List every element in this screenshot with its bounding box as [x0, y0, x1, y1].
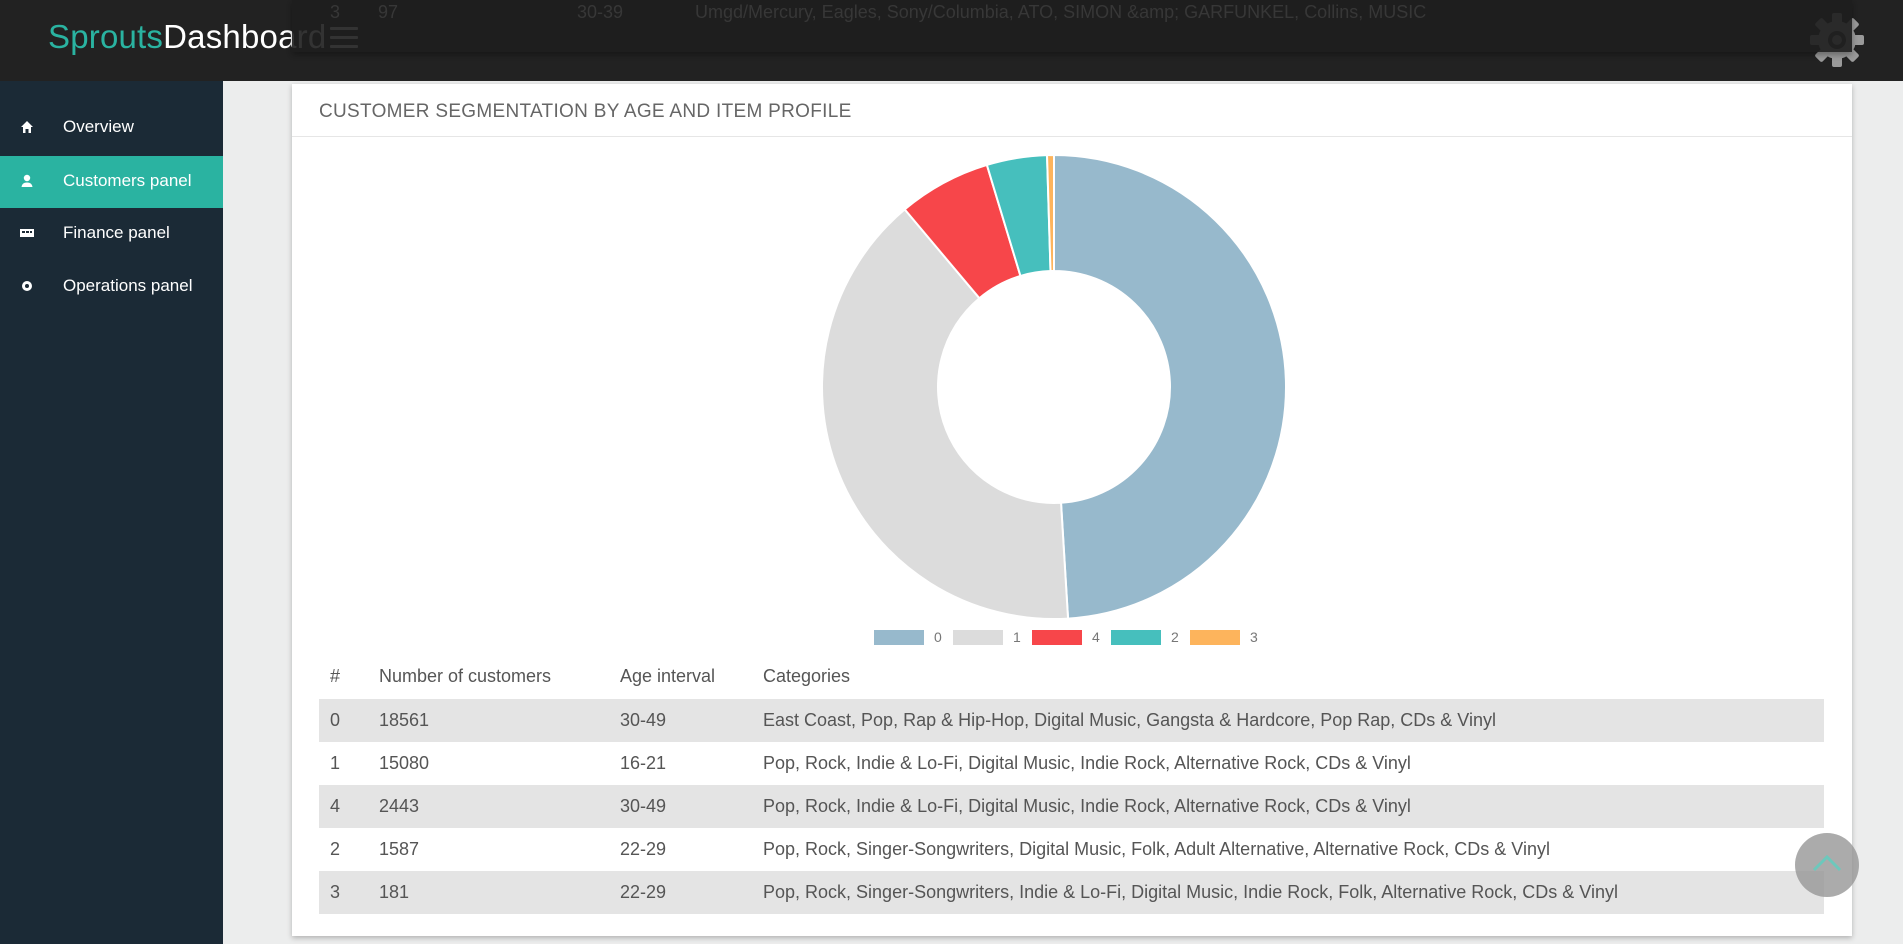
sidebar-item-customers[interactable]: Customers panel	[0, 156, 223, 208]
behind-row-count: 97	[378, 2, 399, 22]
cell-categories: East Coast, Pop, Rap & Hip-Hop, Digital …	[763, 710, 1496, 730]
money-icon	[19, 225, 35, 241]
header-age: Age interval	[620, 666, 716, 686]
cell-customers: 18561	[379, 710, 430, 730]
legend-swatch	[953, 630, 1003, 645]
cell-index: 4	[330, 796, 341, 816]
sidebar-item-label: Finance panel	[63, 223, 170, 242]
table-row: 2 1587 22-29 Pop, Rock, Singer-Songwrite…	[319, 828, 1824, 871]
cell-index: 1	[330, 753, 341, 773]
sidebar-item-finance[interactable]: Finance panel	[0, 208, 223, 260]
cell-categories: Pop, Rock, Indie & Lo-Fi, Digital Music,…	[763, 753, 1411, 773]
legend-swatch	[1190, 630, 1240, 645]
table-row: 3 181 22-29 Pop, Rock, Singer-Songwriter…	[319, 871, 1824, 914]
cell-index: 2	[330, 839, 341, 859]
table-row: 1 15080 16-21 Pop, Rock, Indie & Lo-Fi, …	[319, 742, 1824, 785]
donut-slice-0[interactable]	[1053, 153, 1287, 620]
cell-age: 16-21	[620, 753, 667, 773]
cell-age: 22-29	[620, 882, 667, 902]
sidebar-item-operations[interactable]: Operations panel	[0, 261, 223, 313]
table-row: 0 18561 30-49 East Coast, Pop, Rap & Hip…	[319, 699, 1824, 742]
header-customers: Number of customers	[379, 666, 552, 686]
brand-part1: Sprouts	[48, 18, 164, 55]
cell-categories: Pop, Rock, Singer-Songwriters, Digital M…	[763, 839, 1550, 859]
header-categories: Categories	[763, 666, 851, 686]
user-icon	[19, 173, 35, 189]
cell-customers: 15080	[379, 753, 430, 773]
sidebar-item-label: Overview	[63, 117, 134, 136]
legend-swatch	[1032, 630, 1082, 645]
cell-categories: Pop, Rock, Indie & Lo-Fi, Digital Music,…	[763, 796, 1411, 816]
table-row: 4 2443 30-49 Pop, Rock, Indie & Lo-Fi, D…	[319, 785, 1824, 828]
gear-small-icon	[19, 278, 35, 294]
legend-swatch	[874, 630, 924, 645]
background-table-row: 3 97 30-39 Umgd/Mercury, Eagles, Sony/Co…	[292, 0, 1852, 52]
cell-age: 30-49	[620, 710, 667, 730]
behind-row-num: 3	[330, 2, 341, 22]
chevron-up-icon	[1812, 854, 1842, 872]
scroll-to-top-button[interactable]	[1795, 833, 1859, 897]
cell-index: 0	[330, 710, 341, 730]
legend-swatch	[1111, 630, 1161, 645]
legend-label: 4	[1092, 629, 1100, 645]
cell-customers: 181	[379, 882, 410, 902]
behind-row-text: Umgd/Mercury, Eagles, Sony/Columbia, ATO…	[695, 2, 1427, 22]
legend-label: 0	[934, 629, 942, 645]
table-header: # Number of customers Age interval Categ…	[319, 654, 1824, 699]
legend-label: 1	[1013, 629, 1021, 645]
legend-label: 3	[1250, 629, 1258, 645]
cell-customers: 1587	[379, 839, 420, 859]
home-icon	[19, 119, 35, 135]
header-index: #	[330, 666, 341, 686]
sidebar-item-label: Customers panel	[63, 171, 192, 190]
behind-row-age: 30-39	[577, 2, 624, 22]
brand-logo[interactable]: SproutsDashboard	[48, 18, 326, 56]
legend-label: 2	[1171, 629, 1179, 645]
segments-table: # Number of customers Age interval Categ…	[319, 654, 1824, 914]
sidebar-item-overview[interactable]: Overview	[0, 102, 223, 154]
cell-customers: 2443	[379, 796, 420, 816]
cell-categories: Pop, Rock, Singer-Songwriters, Indie & L…	[763, 882, 1618, 902]
donut-chart	[821, 153, 1287, 620]
sidebar-item-label: Operations panel	[63, 276, 193, 295]
cell-age: 30-49	[620, 796, 667, 816]
sidebar: Overview Customers panel Finance panel O…	[0, 81, 223, 944]
cell-age: 22-29	[620, 839, 667, 859]
cell-index: 3	[330, 882, 341, 902]
segmentation-panel: CUSTOMER SEGMENTATION BY AGE AND ITEM PR…	[292, 84, 1852, 936]
